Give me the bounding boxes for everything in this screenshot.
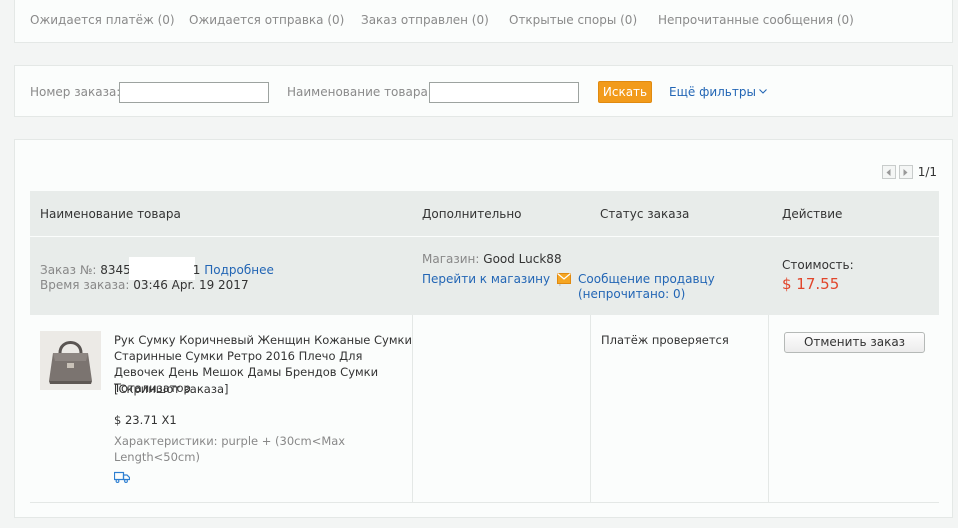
envelope-icon <box>557 273 571 284</box>
truck-icon[interactable] <box>114 471 130 483</box>
order-cost: $ 17.55 <box>782 275 840 293</box>
tab-order-shipped[interactable]: Заказ отправлен (0) <box>361 13 489 27</box>
tab-unread-messages[interactable]: Непрочитанные сообщения (0) <box>658 13 854 27</box>
order-number-prefix: 8345 <box>100 263 131 277</box>
store-name: Good Luck88 <box>483 252 562 266</box>
tab-open-disputes[interactable]: Открытые споры (0) <box>509 13 637 27</box>
column-divider <box>590 315 591 503</box>
order-time-line: Время заказа: 03:46 Apr. 19 2017 <box>40 278 249 292</box>
order-number-label: Номер заказа: <box>30 85 121 99</box>
column-divider <box>768 315 769 503</box>
order-number-label: Заказ №: <box>40 263 97 277</box>
unread-prefix: (непрочитано: <box>578 287 673 301</box>
handbag-image <box>40 331 101 390</box>
store-label: Магазин: <box>422 252 480 266</box>
chevron-right-icon <box>903 168 908 176</box>
order-number-suffix: 1 <box>192 263 201 277</box>
spec-label: Характеристики: <box>114 434 218 448</box>
order-number-line: Заказ №: 8345 1 Подробнее <box>40 257 274 280</box>
more-filters-label: Ещё фильтры <box>669 85 756 99</box>
header-additional: Дополнительно <box>422 207 522 221</box>
order-status-tabs: Ожидается платёж (0) Ожидается отправка … <box>14 0 953 43</box>
cost-label: Стоимость: <box>782 258 854 272</box>
redacted-block <box>128 257 195 280</box>
store-actions: Перейти к магазину | <box>422 272 566 286</box>
item-price-quantity: $ 23.71 X1 <box>114 413 177 427</box>
search-button[interactable]: Искать <box>598 81 652 103</box>
pagination: 1/1 <box>881 165 937 179</box>
header-product: Наименование товара <box>40 207 181 221</box>
order-time-value: 03:46 Apr. 19 2017 <box>133 278 249 292</box>
more-filters-link[interactable]: Ещё фильтры <box>669 85 767 99</box>
item-specs: Характеристики: purple + (30cm<Max Lengt… <box>114 433 354 465</box>
unread-suffix: ) <box>680 287 686 301</box>
product-name-label: Наименование товара: <box>287 85 432 99</box>
filter-bar: Номер заказа: Наименование товара: Искат… <box>14 65 953 117</box>
goto-store-link[interactable]: Перейти к магазину <box>422 272 550 286</box>
chevron-down-icon <box>759 89 767 94</box>
tab-awaiting-shipment[interactable]: Ожидается отправка (0) <box>189 13 344 27</box>
header-action: Действие <box>782 207 843 221</box>
order-details-link[interactable]: Подробнее <box>204 263 274 277</box>
orders-panel: 1/1 Наименование товара Дополнительно Ст… <box>14 139 953 518</box>
message-seller-link[interactable]: Сообщение продавцу <box>578 272 715 286</box>
next-page-button[interactable] <box>898 165 913 179</box>
message-seller-block: Сообщение продавцу (непрочитано: 0) <box>578 272 715 302</box>
page-indicator: 1/1 <box>917 165 937 179</box>
order-number-input[interactable] <box>119 82 269 103</box>
order-status: Платёж проверяется <box>601 333 729 347</box>
prev-page-button[interactable] <box>881 165 896 179</box>
order-summary-row: Заказ №: 8345 1 Подробнее Время заказа: 0… <box>30 237 939 315</box>
product-name-input[interactable] <box>429 82 579 103</box>
order-item-row: Рук Сумку Коричневый Женщин Кожаные Сумк… <box>30 315 939 503</box>
unread-count: 0 <box>673 287 681 301</box>
cancel-order-button[interactable]: Отменить заказ <box>784 332 925 353</box>
tab-awaiting-payment[interactable]: Ожидается платёж (0) <box>30 13 175 27</box>
header-status: Статус заказа <box>600 207 690 221</box>
chevron-left-icon <box>886 168 891 176</box>
store-line: Магазин: Good Luck88 <box>422 252 562 266</box>
product-thumbnail[interactable] <box>40 331 101 390</box>
order-time-label: Время заказа: <box>40 278 130 292</box>
table-header: Наименование товара Дополнительно Статус… <box>30 191 939 236</box>
order-snapshot-link[interactable]: [Скриншот заказа] <box>114 382 228 396</box>
